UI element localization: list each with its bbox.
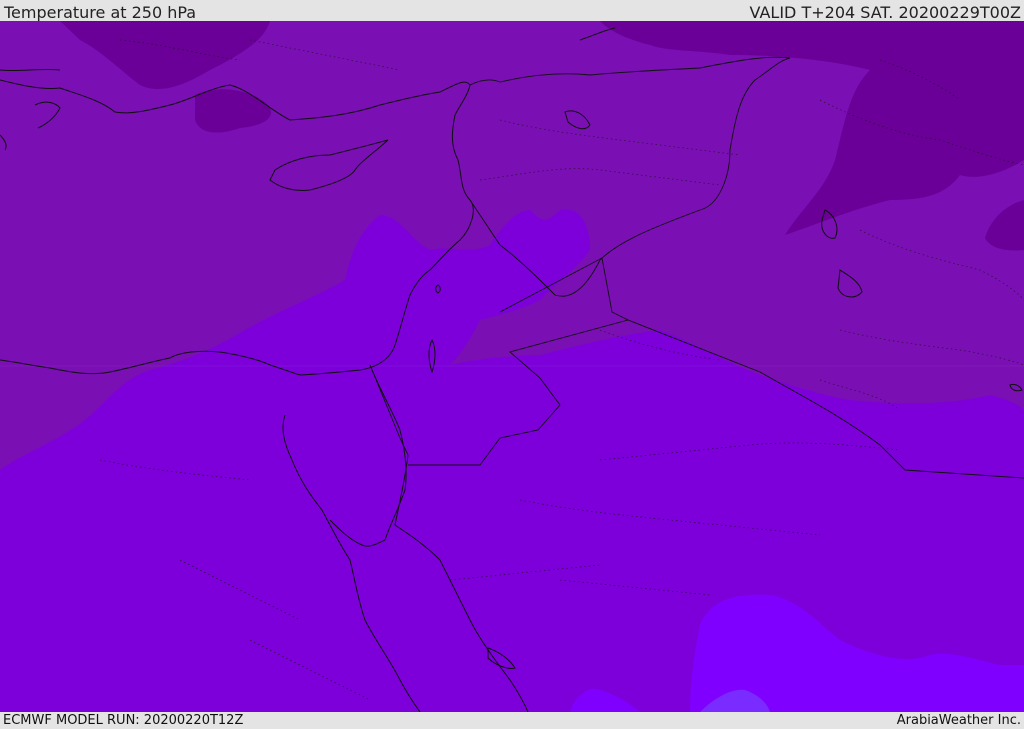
weather-map-page: Temperature at 250 hPa VALID T+204 SAT. … [0,0,1024,729]
credit-label: ArabiaWeather Inc. [896,713,1021,728]
temperature-map [0,21,1024,712]
map-header: Temperature at 250 hPa VALID T+204 SAT. … [0,0,1024,22]
map-svg [0,21,1024,712]
model-run-label: ECMWF MODEL RUN: 20200220T12Z [3,713,244,728]
map-title: Temperature at 250 hPa [4,3,197,22]
map-footer: ECMWF MODEL RUN: 20200220T12Z ArabiaWeat… [0,712,1024,729]
valid-time: VALID T+204 SAT. 20200229T00Z [749,3,1021,22]
